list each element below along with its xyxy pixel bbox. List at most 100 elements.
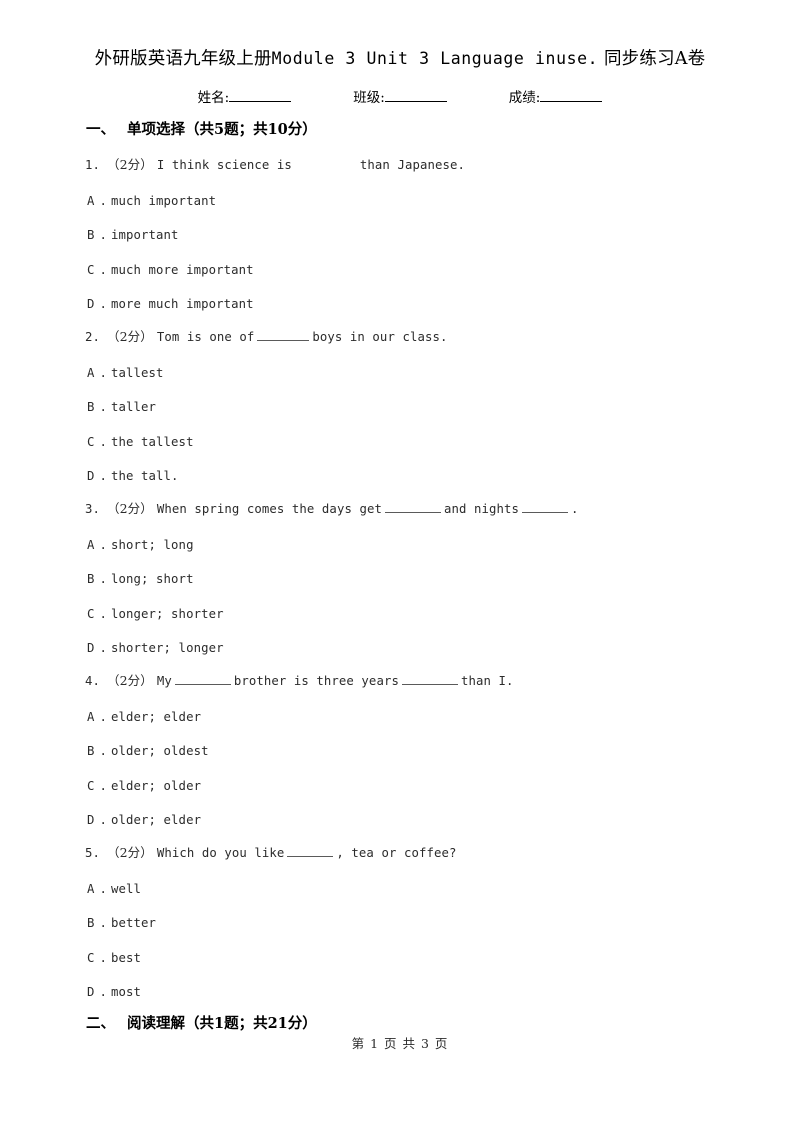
- question-4-text-middle: brother is three years: [233, 674, 399, 688]
- option-dot: .: [99, 228, 108, 242]
- question-5-number: 5.: [85, 846, 101, 860]
- option-dot: .: [99, 951, 108, 965]
- score-blank[interactable]: [540, 89, 603, 102]
- question-2-option-b[interactable]: B. taller: [87, 398, 156, 416]
- option-letter: A: [87, 882, 95, 896]
- option-letter: B: [87, 916, 95, 930]
- question-5-stem: 5. （2分） Which do you like , tea or coffee?: [85, 844, 456, 862]
- option-letter: C: [87, 435, 95, 449]
- option-letter: C: [87, 263, 95, 277]
- question-1-number: 1.: [85, 158, 101, 172]
- question-2-option-a[interactable]: A. tallest: [87, 364, 164, 382]
- option-letter: C: [87, 951, 95, 965]
- question-2-stem: 2. （2分） Tom is one of boys in our class.: [85, 328, 447, 346]
- option-letter: D: [87, 297, 95, 311]
- section-1-number: 一、: [86, 121, 115, 138]
- option-dot: .: [99, 366, 108, 380]
- option-dot: .: [99, 435, 108, 449]
- name-blank[interactable]: [229, 89, 292, 102]
- option-dot: .: [99, 194, 108, 208]
- option-text: short; long: [111, 538, 194, 552]
- question-2-option-d[interactable]: D. the tall.: [87, 467, 179, 485]
- question-1-option-a[interactable]: A. much important: [87, 192, 216, 210]
- option-dot: .: [99, 744, 108, 758]
- question-1-text-before: I think science is: [156, 158, 292, 172]
- section-header-2: 二、 阅读理解（共1题；共21分）: [86, 1013, 317, 1035]
- option-letter: B: [87, 228, 95, 242]
- class-label: 班级:: [353, 90, 385, 106]
- question-4-option-d[interactable]: D. older; elder: [87, 811, 201, 829]
- question-2-points: （2分）: [107, 329, 153, 344]
- question-4-number: 4.: [85, 674, 101, 688]
- question-5-option-d[interactable]: D. most: [87, 983, 141, 1001]
- question-4-points: （2分）: [107, 673, 153, 688]
- option-text: elder; older: [111, 779, 202, 793]
- page-footer: 第 1 页 共 3 页: [351, 1036, 449, 1051]
- score-label: 成绩:: [508, 90, 541, 106]
- question-3-blank-1[interactable]: [384, 502, 441, 513]
- option-dot: .: [99, 985, 108, 999]
- question-4-text-before: My: [156, 674, 172, 688]
- question-5-option-c[interactable]: C. best: [87, 949, 141, 967]
- question-2-text-after: boys in our class.: [312, 330, 448, 344]
- option-text: older; elder: [111, 813, 202, 827]
- option-letter: D: [87, 469, 95, 483]
- question-1-option-d[interactable]: D. more much important: [87, 295, 254, 313]
- option-dot: .: [99, 710, 108, 724]
- option-letter: B: [87, 400, 95, 414]
- class-field-group: 班级:: [353, 88, 447, 108]
- section-2-title: 阅读理解（共1题；共21分）: [127, 1015, 317, 1032]
- question-1-stem: 1. （2分） I think science is than Japanese.: [85, 156, 465, 174]
- option-letter: A: [87, 538, 95, 552]
- question-4-blank-2[interactable]: [401, 674, 458, 685]
- question-1-text-after: than Japanese.: [359, 158, 465, 172]
- option-text: more much important: [111, 297, 254, 311]
- section-header-1: 一、 单项选择（共5题；共10分）: [86, 119, 317, 141]
- question-1-option-c[interactable]: C. much more important: [87, 261, 254, 279]
- section-2-number: 二、: [86, 1015, 115, 1032]
- option-text: well: [111, 882, 142, 896]
- section-1-title: 单项选择（共5题；共10分）: [127, 121, 317, 138]
- option-text: the tallest: [111, 435, 194, 449]
- option-text: shorter; longer: [111, 641, 224, 655]
- question-2-blank[interactable]: [257, 330, 310, 341]
- option-letter: A: [87, 366, 95, 380]
- option-letter: D: [87, 813, 95, 827]
- question-4-option-a[interactable]: A. elder; elder: [87, 708, 201, 726]
- question-1-option-b[interactable]: B. important: [87, 226, 179, 244]
- option-text: much important: [111, 194, 217, 208]
- score-field-group: 成绩:: [509, 88, 603, 108]
- question-3-blank-2[interactable]: [522, 502, 569, 513]
- option-text: longer; shorter: [111, 607, 224, 621]
- question-3-option-d[interactable]: D. shorter; longer: [87, 639, 224, 657]
- question-3-stem: 3. （2分） When spring comes the days get and …: [85, 500, 579, 518]
- question-4-option-b[interactable]: B. older; oldest: [87, 742, 209, 760]
- option-letter: C: [87, 607, 95, 621]
- option-dot: .: [99, 641, 108, 655]
- option-text: long; short: [111, 572, 194, 586]
- page-title: 外研版英语九年级上册Module 3 Unit 3 Language inuse…: [0, 47, 800, 71]
- option-dot: .: [99, 469, 108, 483]
- question-5-option-b[interactable]: B. better: [87, 914, 156, 932]
- option-letter: D: [87, 641, 95, 655]
- question-4-blank-1[interactable]: [174, 674, 231, 685]
- question-3-option-b[interactable]: B. long; short: [87, 570, 194, 588]
- question-4-text-after: than I.: [460, 674, 514, 688]
- question-5-blank[interactable]: [287, 846, 334, 857]
- option-text: taller: [111, 400, 157, 414]
- question-3-number: 3.: [85, 502, 101, 516]
- question-3-option-c[interactable]: C. longer; shorter: [87, 605, 224, 623]
- option-text: tallest: [111, 366, 164, 380]
- question-2-option-c[interactable]: C. the tallest: [87, 433, 194, 451]
- option-text: older; oldest: [111, 744, 209, 758]
- question-3-option-a[interactable]: A. short; long: [87, 536, 194, 554]
- option-text: most: [111, 985, 142, 999]
- question-3-text-after: .: [571, 502, 579, 516]
- option-dot: .: [99, 572, 108, 586]
- option-dot: .: [99, 538, 108, 552]
- class-blank[interactable]: [384, 89, 447, 102]
- question-5-option-a[interactable]: A. well: [87, 880, 141, 898]
- question-4-option-c[interactable]: C. elder; older: [87, 777, 201, 795]
- question-3-text-before: When spring comes the days get: [156, 502, 382, 516]
- option-dot: .: [99, 916, 108, 930]
